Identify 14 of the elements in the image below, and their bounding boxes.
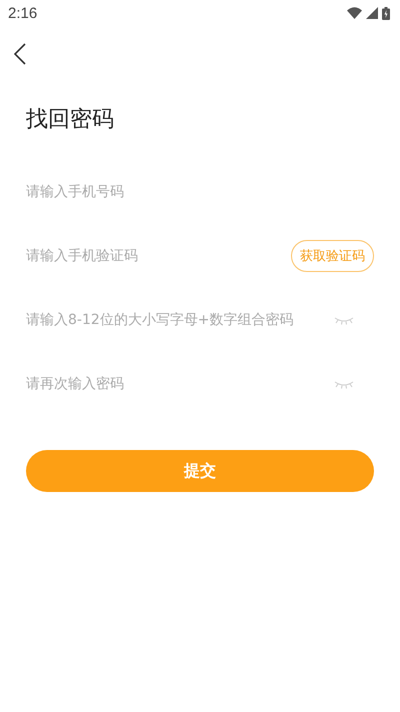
status-time: 2:16 <box>8 4 38 22</box>
signal-icon <box>366 7 378 19</box>
battery-icon <box>382 6 390 20</box>
page-title: 找回密码 <box>26 106 115 134</box>
submit-button[interactable]: 提交 <box>26 450 374 492</box>
input-field[interactable]: 请再次输入密码 <box>26 376 326 392</box>
eye-closed-icon[interactable] <box>334 316 354 324</box>
back-icon[interactable] <box>14 43 26 65</box>
input-field[interactable]: 请输入手机号码 <box>26 184 374 200</box>
eye-closed-icon[interactable] <box>334 380 354 388</box>
input-field[interactable]: 请输入8-12位的大小写字母+数字组合密码 <box>26 312 326 328</box>
get-code-button[interactable]: 获取验证码 <box>291 240 374 272</box>
wifi-icon <box>347 7 362 19</box>
input-field[interactable]: 请输入手机验证码 <box>26 248 283 264</box>
